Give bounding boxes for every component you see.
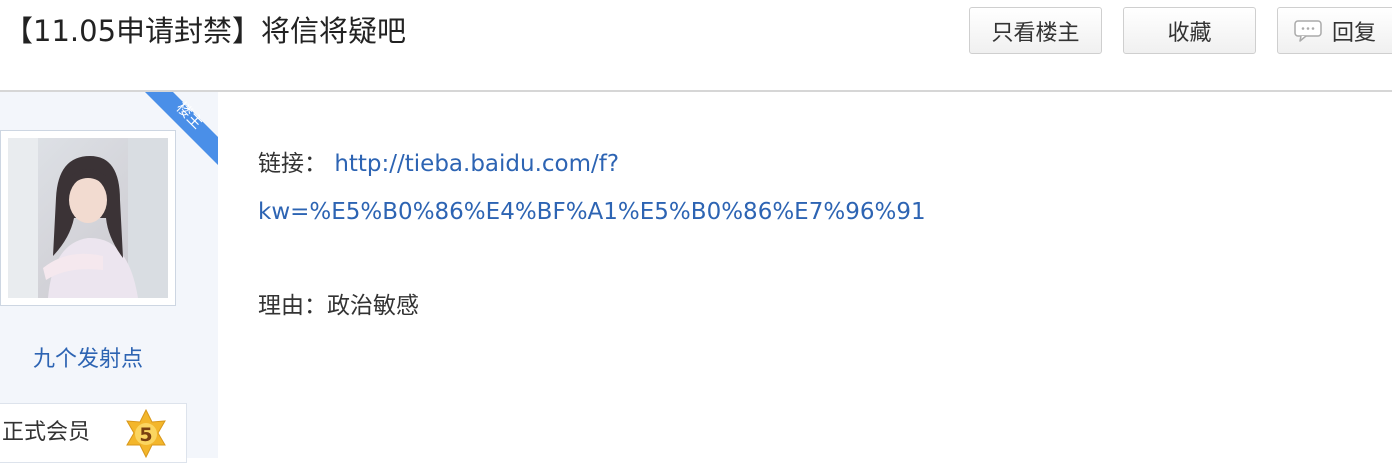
user-avatar-photo — [8, 138, 168, 298]
only-louzhu-button[interactable]: 只看楼主 — [969, 7, 1102, 54]
level-star-icon: 5 — [123, 408, 169, 460]
thread-header: 【11.05申请封禁】将信将疑吧 只看楼主 收藏 回复 — [0, 0, 1392, 90]
link-label: 链接： — [258, 151, 327, 177]
reason-label: 理由： — [258, 293, 327, 319]
member-level[interactable]: 正式会员 5 — [0, 403, 187, 463]
reason-line: 理由：政治敏感 — [258, 288, 419, 324]
thread-title: 【11.05申请封禁】将信将疑吧 — [4, 14, 407, 48]
level-number: 5 — [139, 424, 152, 446]
link-line: 链接： http://tieba.baidu.com/f? — [258, 146, 619, 182]
favorite-button[interactable]: 收藏 — [1123, 7, 1256, 54]
avatar[interactable] — [0, 130, 176, 306]
reason-text: 政治敏感 — [327, 293, 419, 319]
forum-link-part1[interactable]: http://tieba.baidu.com/f? — [334, 151, 619, 177]
comment-bubble-icon — [1294, 19, 1322, 42]
forum-link-part2[interactable]: kw=%E5%B0%86%E4%BF%A1%E5%B0%86%E7%96%91 — [258, 199, 926, 225]
username-link[interactable]: 九个发射点 — [0, 342, 176, 378]
reply-button[interactable]: 回复 — [1277, 7, 1392, 54]
level-name: 正式会员 — [2, 420, 91, 445]
link-line-continued: kw=%E5%B0%86%E4%BF%A1%E5%B0%86%E7%96%91 — [258, 194, 926, 230]
reply-label: 回复 — [1332, 20, 1377, 46]
